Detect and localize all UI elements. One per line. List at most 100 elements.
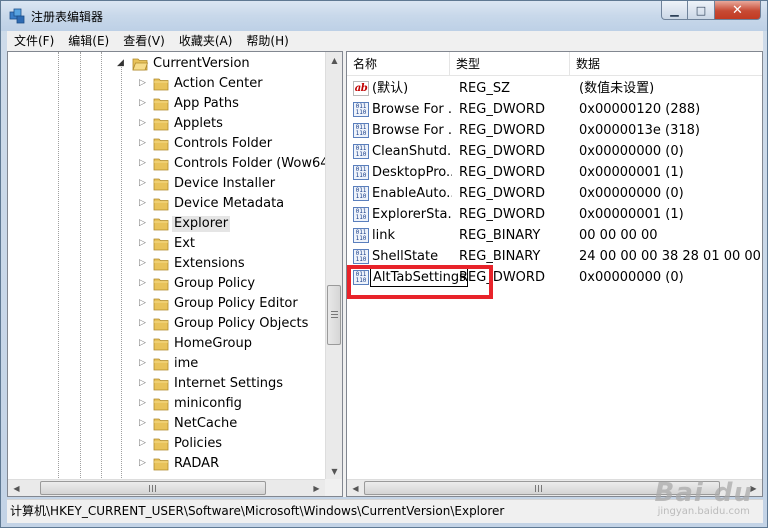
tree-horizontal-scrollbar[interactable]: ◀ ▶: [8, 479, 325, 496]
expand-icon[interactable]: ▷: [138, 278, 147, 289]
tree-node[interactable]: ▷ Applets: [8, 114, 326, 134]
expand-icon[interactable]: ▷: [138, 158, 147, 169]
tree-node[interactable]: ▷ Controls Folder: [8, 134, 326, 154]
value-row[interactable]: 011 110 Browse For ... REG_DWORD 0x0000013e …: [347, 120, 762, 141]
tree-node-label[interactable]: Extensions: [172, 256, 247, 272]
tree-node-label[interactable]: Internet Settings: [172, 376, 285, 392]
value-row[interactable]: 011 110 DesktopPro... REG_DWORD 0x00000001 (…: [347, 162, 762, 183]
scroll-left-icon[interactable]: ◀: [8, 480, 25, 497]
tree-node[interactable]: ▷ Policies: [8, 434, 326, 454]
scroll-right-icon[interactable]: ▶: [308, 480, 325, 497]
column-header-data[interactable]: 数据: [570, 52, 762, 76]
value-row[interactable]: 011 110 CleanShutd... REG_DWORD 0x00000000 (…: [347, 141, 762, 162]
tree-node[interactable]: ▷ Group Policy: [8, 274, 326, 294]
expand-icon[interactable]: ▷: [138, 298, 147, 309]
tree-node-label[interactable]: Controls Folder: [172, 136, 274, 152]
value-row[interactable]: ab (默认) REG_SZ (数值未设置): [347, 78, 762, 99]
expand-icon[interactable]: ▷: [138, 378, 147, 389]
scroll-up-icon[interactable]: ▲: [326, 52, 343, 69]
expand-icon[interactable]: ▷: [138, 418, 147, 429]
tree-node[interactable]: ▷ Ext: [8, 234, 326, 254]
tree-node[interactable]: ▷ App Paths: [8, 94, 326, 114]
expand-icon[interactable]: ▷: [138, 318, 147, 329]
title-bar[interactable]: 注册表编辑器 ▁ □ ✕: [1, 1, 767, 31]
expand-icon[interactable]: ▷: [138, 198, 147, 209]
value-row[interactable]: 011 110 EnableAuto... REG_DWORD 0x00000000 (…: [347, 183, 762, 204]
tree-node[interactable]: ▷ NetCache: [8, 414, 326, 434]
expand-icon[interactable]: ▷: [138, 78, 147, 89]
tree-horizontal-scroll-thumb[interactable]: [40, 481, 266, 495]
tree-node-label[interactable]: Applets: [172, 116, 225, 132]
tree-node-label[interactable]: Group Policy Editor: [172, 296, 300, 312]
list-horizontal-scrollbar[interactable]: ◀ ▶: [347, 479, 762, 496]
tree-node-label[interactable]: RADAR: [172, 456, 221, 472]
key-tree-pane[interactable]: ◢ CurrentVersion ▷ Action Center ▷ App Path…: [7, 51, 343, 497]
value-row[interactable]: 011 110 Browse For ... REG_DWORD 0x00000120 …: [347, 99, 762, 120]
value-row[interactable]: 011110 REG_DWORD 0x00000000 (0): [347, 267, 762, 288]
tree-node[interactable]: ▷ miniconfig: [8, 394, 326, 414]
expand-icon[interactable]: ▷: [138, 218, 147, 229]
menu-edit[interactable]: 编辑(E): [61, 31, 116, 51]
column-header-name[interactable]: 名称: [347, 52, 450, 76]
expand-icon[interactable]: ▷: [138, 178, 147, 189]
tree-node[interactable]: ▷ Explorer: [8, 214, 326, 234]
expand-icon[interactable]: ▷: [138, 358, 147, 369]
tree-node-label[interactable]: Policies: [172, 436, 224, 452]
tree-node-label[interactable]: Explorer: [172, 216, 231, 232]
tree-node[interactable]: ▷ HomeGroup: [8, 334, 326, 354]
scroll-down-icon[interactable]: ▼: [326, 463, 343, 480]
expand-icon[interactable]: ▷: [138, 338, 147, 349]
expand-icon[interactable]: ▷: [138, 438, 147, 449]
tree-node[interactable]: ▷ Internet Settings: [8, 374, 326, 394]
tree-node-label[interactable]: HomeGroup: [172, 336, 254, 352]
list-horizontal-scroll-thumb[interactable]: [364, 481, 720, 495]
close-button[interactable]: ✕: [715, 1, 761, 20]
menu-favorites[interactable]: 收藏夹(A): [172, 31, 240, 51]
tree-node-label[interactable]: Controls Folder (Wow64): [172, 156, 326, 172]
expand-icon[interactable]: ▷: [138, 138, 147, 149]
tree-node[interactable]: ▷ Group Policy Objects: [8, 314, 326, 334]
tree-node-label[interactable]: Group Policy Objects: [172, 316, 310, 332]
values-list-pane[interactable]: 名称 类型 数据 ab (默认) REG_SZ (数值未设置) 011 110 Browse…: [346, 51, 763, 497]
tree-node-label[interactable]: ime: [172, 356, 200, 372]
value-row[interactable]: 011 110 ShellState REG_BINARY 24 00 00 00 38…: [347, 246, 762, 267]
minimize-button[interactable]: ▁: [661, 1, 688, 20]
tree-node-label[interactable]: NetCache: [172, 416, 239, 432]
key-tree[interactable]: ◢ CurrentVersion ▷ Action Center ▷ App Path…: [8, 52, 326, 480]
expand-icon[interactable]: ▷: [138, 98, 147, 109]
menu-view[interactable]: 查看(V): [116, 31, 172, 51]
tree-node-label[interactable]: Group Policy: [172, 276, 257, 292]
tree-node-label[interactable]: Device Metadata: [172, 196, 286, 212]
tree-node-label[interactable]: App Paths: [172, 96, 241, 112]
expand-icon[interactable]: ▷: [138, 458, 147, 469]
tree-vertical-scrollbar[interactable]: ▲ ▼: [325, 52, 342, 480]
tree-node[interactable]: ▷ Extensions: [8, 254, 326, 274]
tree-node[interactable]: ▷ RADAR: [8, 454, 326, 474]
tree-node[interactable]: ▷ Controls Folder (Wow64): [8, 154, 326, 174]
tree-node[interactable]: ▷ Group Policy Editor: [8, 294, 326, 314]
tree-node[interactable]: ▷ Action Center: [8, 74, 326, 94]
menu-help[interactable]: 帮助(H): [239, 31, 295, 51]
tree-node-label[interactable]: miniconfig: [172, 396, 244, 412]
expand-icon[interactable]: ▷: [138, 238, 147, 249]
value-row[interactable]: 011 110 link REG_BINARY 00 00 00 00: [347, 225, 762, 246]
expand-icon[interactable]: ▷: [138, 118, 147, 129]
scroll-right-icon[interactable]: ▶: [745, 480, 762, 497]
tree-vertical-scroll-thumb[interactable]: [327, 285, 341, 345]
rename-value-input[interactable]: [370, 268, 468, 287]
scroll-left-icon[interactable]: ◀: [347, 480, 364, 497]
tree-node-label[interactable]: Device Installer: [172, 176, 277, 192]
maximize-button[interactable]: □: [688, 1, 715, 20]
column-header-type[interactable]: 类型: [450, 52, 570, 76]
tree-node-currentversion[interactable]: ◢ CurrentVersion: [8, 54, 326, 74]
tree-node-label[interactable]: Action Center: [172, 76, 265, 92]
tree-node[interactable]: ▷ Device Installer: [8, 174, 326, 194]
tree-node-label[interactable]: Ext: [172, 236, 197, 252]
menu-file[interactable]: 文件(F): [7, 31, 61, 51]
tree-node[interactable]: ▷ Device Metadata: [8, 194, 326, 214]
expand-icon[interactable]: ▷: [138, 258, 147, 269]
collapse-icon[interactable]: ◢: [116, 58, 125, 69]
value-row[interactable]: 011 110 ExplorerSta... REG_DWORD 0x00000001 …: [347, 204, 762, 225]
tree-node[interactable]: ▷ ime: [8, 354, 326, 374]
tree-node-label[interactable]: CurrentVersion: [151, 56, 252, 72]
